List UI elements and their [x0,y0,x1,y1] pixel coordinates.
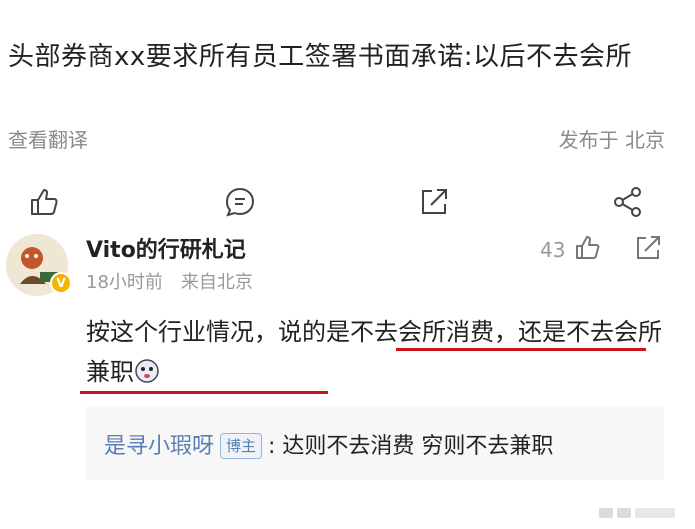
comment-username[interactable]: Vito的行研札记 [86,232,246,264]
comment-meta: 18小时前 来自北京 [86,268,253,294]
post-action-bar [0,180,695,224]
translate-link[interactable]: 查看翻译 [8,124,88,153]
comment-repost-icon[interactable] [632,232,664,264]
repost-icon[interactable] [416,184,452,220]
reply-username[interactable]: 是寻小瑕呀 [104,434,214,459]
comment-body: 按这个行业情况，说的是不去会所消费，还是不去会所兼职 [86,312,666,392]
emoji-icon [134,356,160,383]
comment-like-count: 43 [540,238,566,262]
comment-location: 来自北京 [180,272,253,293]
reply-line: 是寻小瑕呀 博主: 达则不去消费 穷则不去兼职 [104,428,553,460]
reply-preview[interactable]: 是寻小瑕呀 博主: 达则不去消费 穷则不去兼职 [86,406,664,480]
share-icon[interactable] [610,184,646,220]
red-underline-2 [80,391,328,394]
reply-text: : 达则不去消费 穷则不去兼职 [268,434,554,459]
watermark-logo [599,505,679,521]
published-location: 发布于 北京 [558,128,665,152]
comment-like-icon[interactable] [572,232,604,264]
comment-text: 按这个行业情况，说的是不去会所消费，还是不去会所兼职 [86,318,662,386]
red-underline-1 [396,348,646,351]
thumbs-up-icon[interactable] [26,184,62,220]
comment-icon[interactable] [222,184,258,220]
author-badge: 博主 [220,433,263,459]
post-title: 头部券商xx要求所有员工签署书面承诺:以后不去会所 [8,42,633,72]
comment-time: 18小时前 [86,272,163,293]
verified-badge-icon: V [50,272,72,294]
